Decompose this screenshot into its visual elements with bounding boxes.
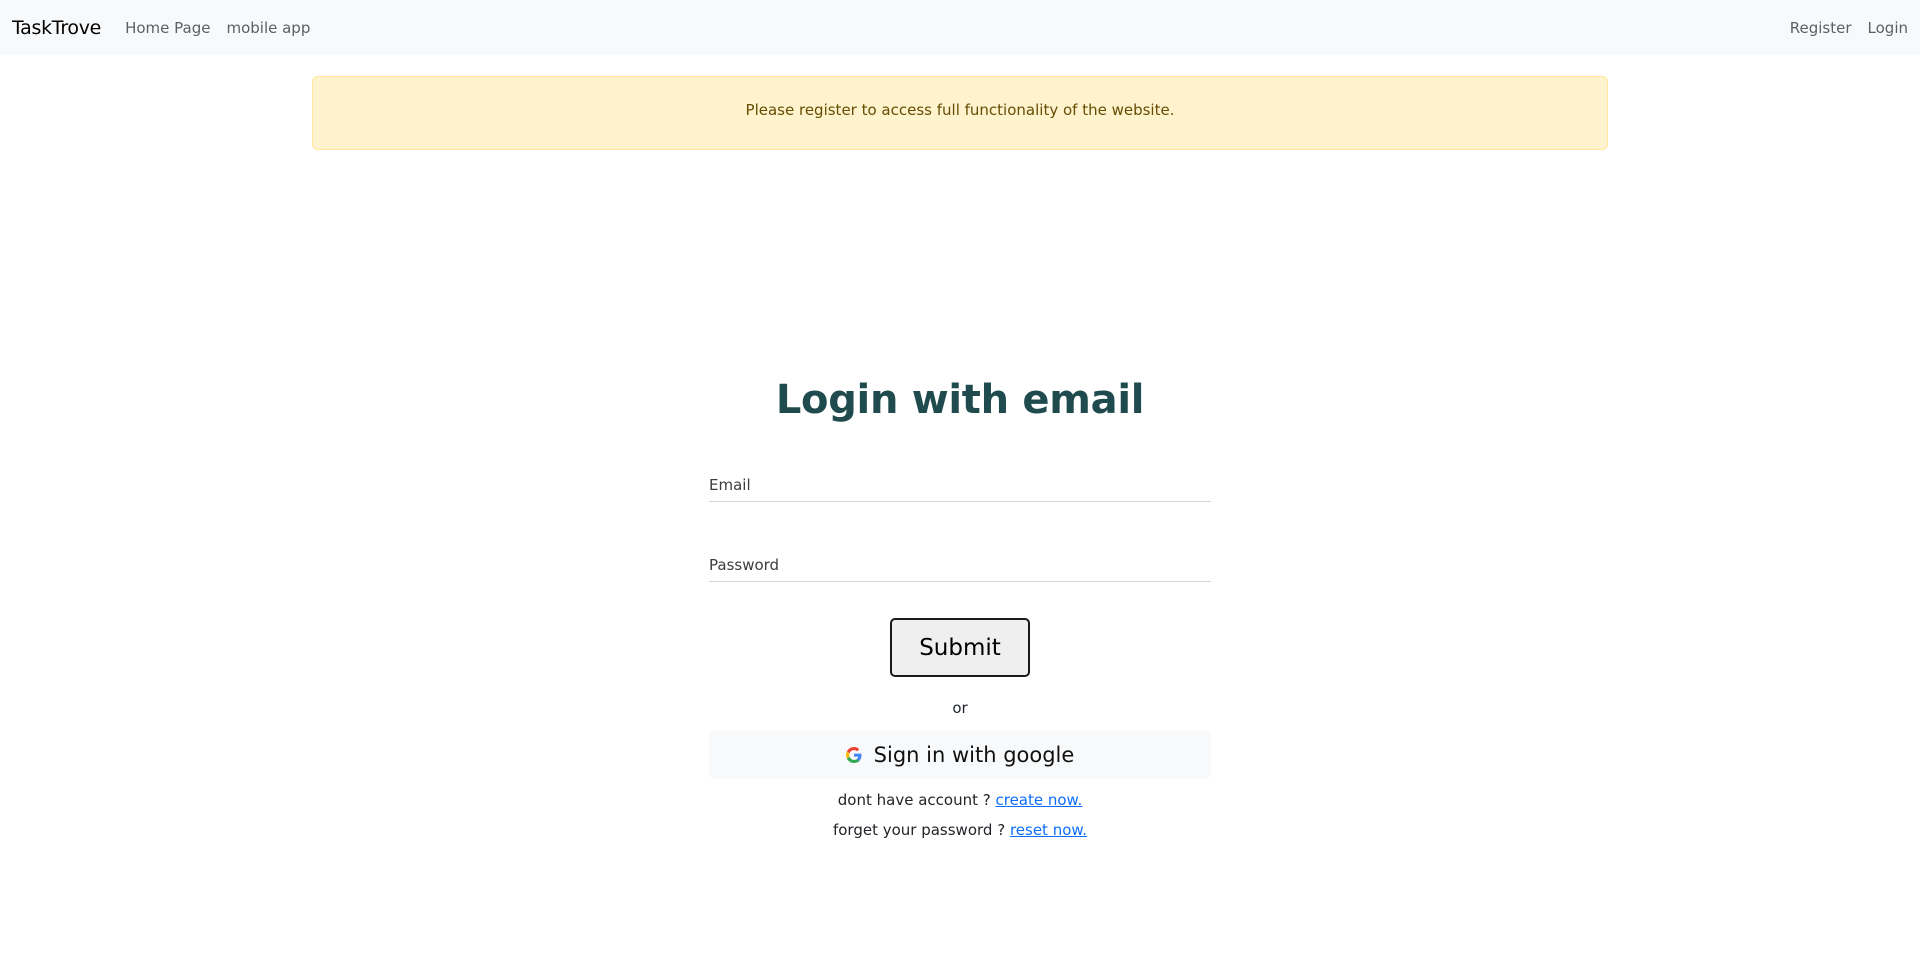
top-navbar: TaskTrove Home Page mobile app Register …: [0, 0, 1920, 55]
nav-login[interactable]: Login: [1868, 19, 1908, 37]
password-field[interactable]: [709, 542, 1211, 581]
google-g-icon: [845, 747, 862, 763]
alert-message: Please register to access full functiona…: [745, 101, 1175, 119]
submit-button[interactable]: Submit: [890, 618, 1030, 677]
nav-left: Home Page mobile app: [125, 19, 326, 37]
nav-register[interactable]: Register: [1790, 19, 1852, 37]
google-signin-button[interactable]: Sign in with google: [709, 731, 1211, 779]
submit-row: Submit: [709, 618, 1211, 677]
nav-right: Register Login: [1774, 19, 1908, 37]
login-form: Login with email Submit or Sign in with …: [709, 355, 1211, 839]
register-alert: Please register to access full functiona…: [312, 76, 1608, 150]
brand-logo[interactable]: TaskTrove: [12, 17, 101, 39]
google-signin-label: Sign in with google: [873, 743, 1075, 767]
email-field[interactable]: [709, 462, 1211, 501]
nav-home-page[interactable]: Home Page: [125, 19, 210, 37]
password-field-wrapper: [709, 542, 1211, 582]
page-title: Login with email: [775, 377, 1145, 423]
nav-mobile-app[interactable]: mobile app: [226, 19, 310, 37]
reset-now-link[interactable]: reset now.: [1010, 821, 1087, 839]
reset-password-row: forget your password ? reset now.: [709, 821, 1211, 839]
email-field-wrapper: [709, 462, 1211, 502]
or-separator: or: [952, 699, 968, 717]
forgot-password-text: forget your password ?: [832, 821, 1006, 839]
create-account-row: dont have account ? create now.: [709, 791, 1211, 809]
no-account-text: dont have account ?: [837, 791, 991, 809]
create-now-link[interactable]: create now.: [995, 791, 1082, 809]
